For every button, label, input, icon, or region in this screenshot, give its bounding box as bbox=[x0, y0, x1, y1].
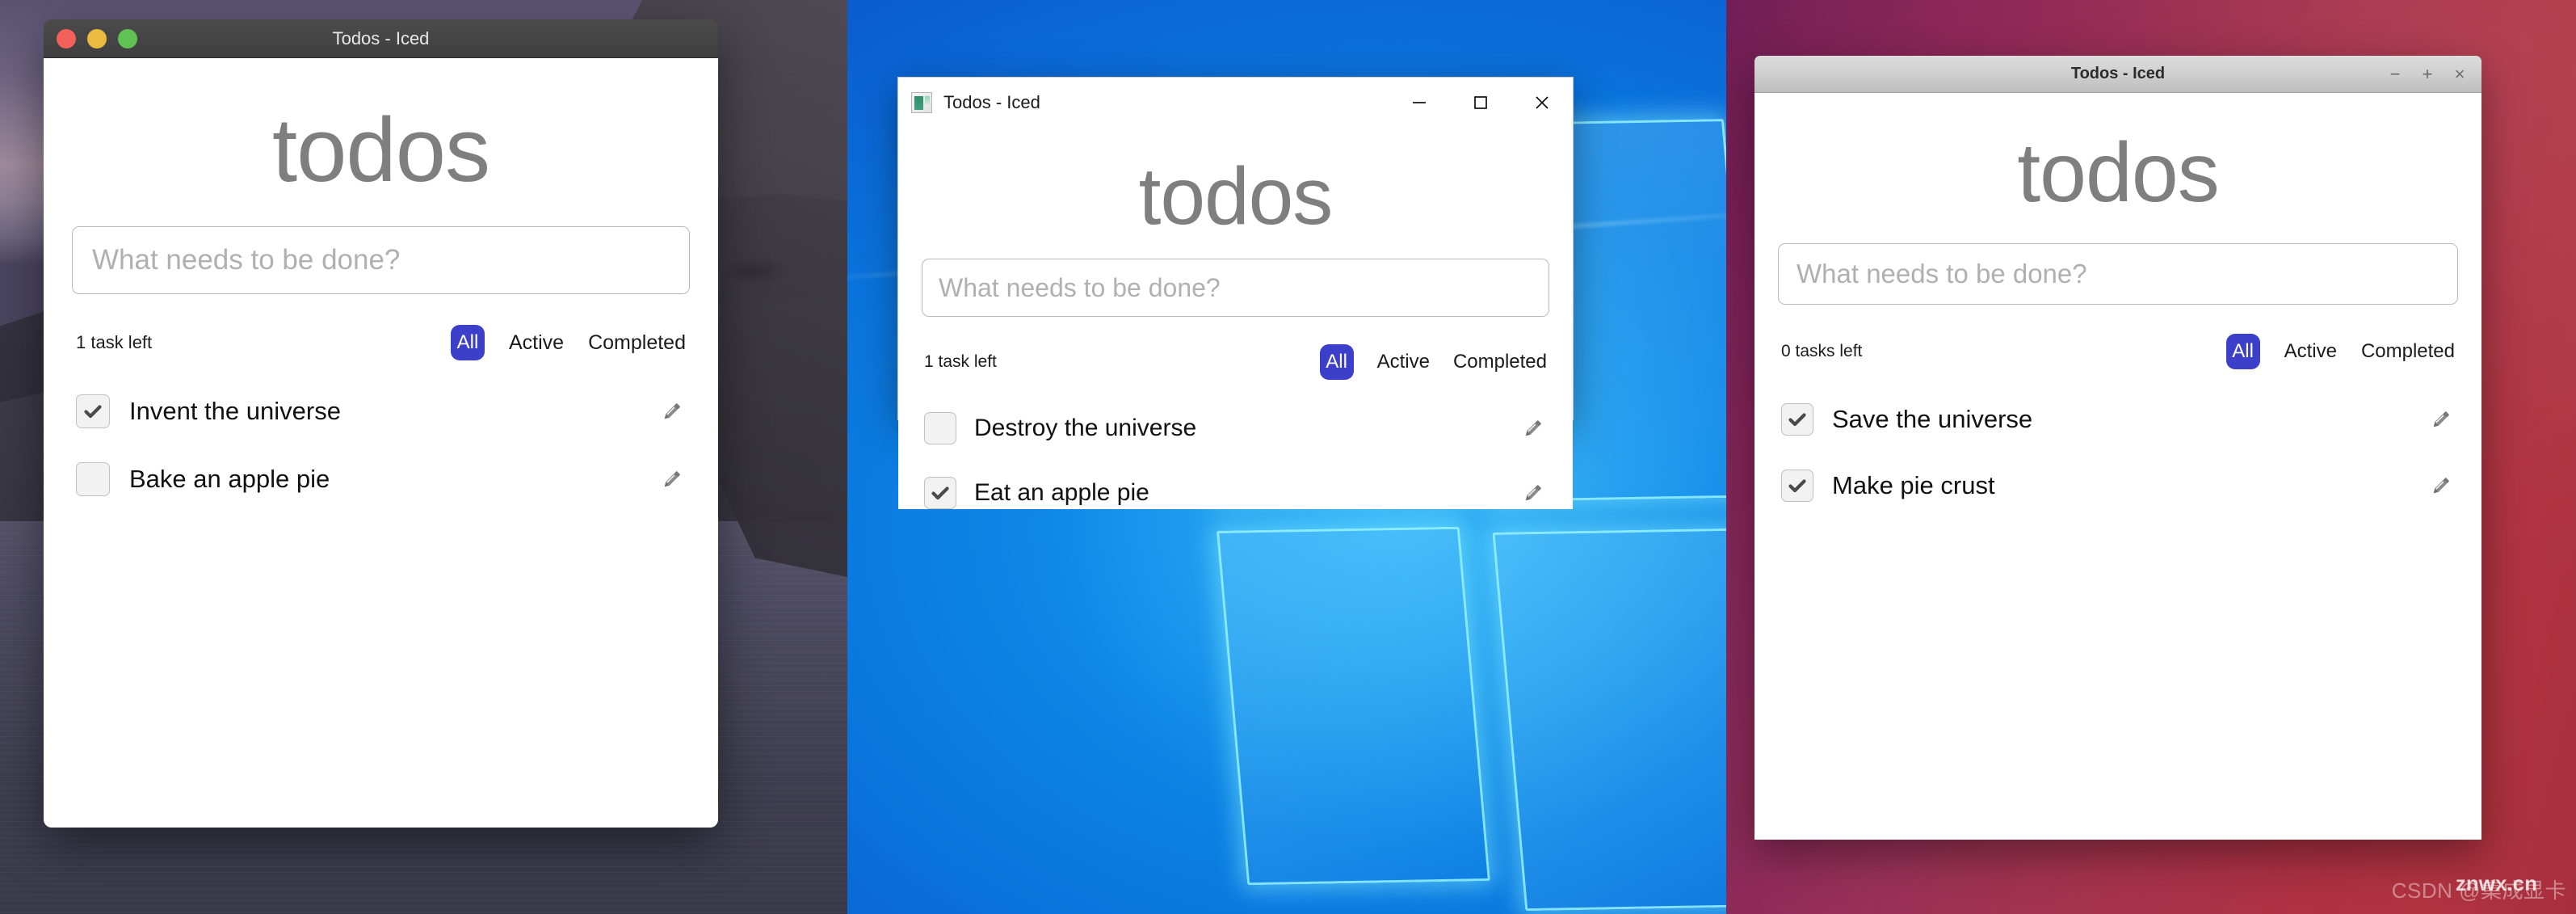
filter-group: All Active Completed bbox=[2225, 333, 2455, 369]
macos-titlebar[interactable]: Todos - Iced bbox=[44, 19, 718, 58]
task-label: Eat an apple pie bbox=[974, 479, 1149, 506]
maximize-icon[interactable] bbox=[1450, 78, 1511, 127]
tasks-left-label: 1 task left bbox=[924, 352, 997, 371]
new-task-placeholder: What needs to be done? bbox=[92, 244, 401, 276]
edit-pencil-icon[interactable] bbox=[657, 397, 686, 426]
filter-all[interactable]: All bbox=[2225, 333, 2260, 369]
task-checkbox[interactable] bbox=[76, 394, 110, 429]
linux-todos-window[interactable]: Todos - Iced − + × todos What needs to b… bbox=[1754, 56, 2481, 840]
macos-meta-row: 1 task left All Active Completed bbox=[72, 325, 690, 361]
window-controls bbox=[1389, 78, 1573, 127]
minimize-icon[interactable] bbox=[1389, 78, 1450, 127]
task-label: Destroy the universe bbox=[974, 415, 1197, 441]
edit-pencil-icon[interactable] bbox=[657, 465, 686, 494]
page-title: todos bbox=[272, 99, 490, 200]
filter-all[interactable]: All bbox=[1319, 344, 1354, 380]
task-row: Eat an apple pie bbox=[922, 477, 1549, 509]
filter-completed[interactable]: Completed bbox=[2361, 340, 2455, 363]
edit-pencil-icon[interactable] bbox=[1518, 478, 1547, 508]
linux-titlebar[interactable]: Todos - Iced − + × bbox=[1754, 56, 2481, 93]
filter-completed[interactable]: Completed bbox=[1453, 351, 1547, 373]
windows-titlebar[interactable]: Todos - Iced bbox=[898, 78, 1573, 128]
task-row: Bake an apple pie bbox=[72, 462, 690, 497]
window-title: Todos - Iced bbox=[943, 91, 1040, 112]
task-checkbox[interactable] bbox=[1781, 402, 1813, 436]
windows-meta-row: 1 task left All Active Completed bbox=[922, 344, 1549, 380]
logo-pane bbox=[1492, 528, 1726, 912]
task-row: Destroy the universe bbox=[922, 412, 1549, 444]
macos-app-body: todos What needs to be done? 1 task left… bbox=[44, 58, 718, 828]
filter-active[interactable]: Active bbox=[1377, 351, 1430, 373]
task-checkbox[interactable] bbox=[76, 462, 110, 497]
macos-todos-window[interactable]: Todos - Iced todos What needs to be done… bbox=[44, 19, 718, 828]
new-task-placeholder: What needs to be done? bbox=[939, 272, 1221, 302]
maximize-icon[interactable]: + bbox=[2420, 65, 2435, 83]
new-task-input[interactable]: What needs to be done? bbox=[72, 226, 690, 295]
close-icon[interactable] bbox=[1511, 78, 1573, 127]
panel-macos: Todos - Iced todos What needs to be done… bbox=[0, 0, 847, 914]
screenshot-stage: Todos - Iced todos What needs to be done… bbox=[0, 0, 2576, 914]
filter-active[interactable]: Active bbox=[2284, 340, 2337, 363]
edit-pencil-icon[interactable] bbox=[2426, 471, 2455, 500]
task-label: Save the universe bbox=[1832, 404, 2033, 433]
task-checkbox[interactable] bbox=[924, 412, 956, 444]
filter-group: All Active Completed bbox=[451, 325, 686, 361]
page-title: todos bbox=[1138, 151, 1334, 242]
tasks-left-label: 0 tasks left bbox=[1781, 341, 1863, 360]
linux-app-body: todos What needs to be done? 0 tasks lef… bbox=[1754, 93, 2481, 840]
page-title: todos bbox=[2017, 126, 2219, 220]
filter-group: All Active Completed bbox=[1319, 344, 1547, 380]
tasks-left-label: 1 task left bbox=[76, 332, 153, 353]
new-task-input[interactable]: What needs to be done? bbox=[922, 259, 1549, 317]
close-icon[interactable]: × bbox=[2452, 65, 2467, 83]
windows-app-body: todos What needs to be done? 1 task left… bbox=[898, 128, 1573, 509]
task-label: Make pie crust bbox=[1832, 470, 1995, 499]
task-row: Save the universe bbox=[1778, 402, 2458, 436]
window-controls: − + × bbox=[2388, 65, 2481, 83]
task-checkbox[interactable] bbox=[924, 477, 956, 509]
minimize-icon[interactable]: − bbox=[2388, 65, 2402, 83]
logo-pane bbox=[1216, 526, 1490, 886]
linux-meta-row: 0 tasks left All Active Completed bbox=[1778, 333, 2458, 369]
task-checkbox[interactable] bbox=[1781, 469, 1813, 502]
new-task-placeholder: What needs to be done? bbox=[1796, 258, 2087, 289]
window-title: Todos - Iced bbox=[2070, 65, 2166, 82]
edit-pencil-icon[interactable] bbox=[2426, 405, 2455, 434]
filter-active[interactable]: Active bbox=[509, 331, 564, 355]
edit-pencil-icon[interactable] bbox=[1518, 414, 1547, 443]
task-label: Bake an apple pie bbox=[129, 465, 330, 494]
task-row: Invent the universe bbox=[72, 394, 690, 429]
task-label: Invent the universe bbox=[129, 397, 341, 426]
window-title: Todos - Iced bbox=[332, 27, 430, 48]
app-icon bbox=[911, 91, 932, 113]
filter-all[interactable]: All bbox=[451, 325, 485, 361]
filter-completed[interactable]: Completed bbox=[588, 331, 686, 355]
watermark-site-text: znwx.cn bbox=[2455, 871, 2537, 895]
new-task-input[interactable]: What needs to be done? bbox=[1778, 242, 2458, 305]
task-row: Make pie crust bbox=[1778, 469, 2458, 502]
panel-linux: Todos - Iced − + × todos What needs to b… bbox=[1726, 0, 2576, 914]
windows-todos-window[interactable]: Todos - Iced todos What needs to be done… bbox=[897, 77, 1574, 509]
panel-windows: Todos - Iced todos What needs to be done… bbox=[847, 0, 1726, 914]
